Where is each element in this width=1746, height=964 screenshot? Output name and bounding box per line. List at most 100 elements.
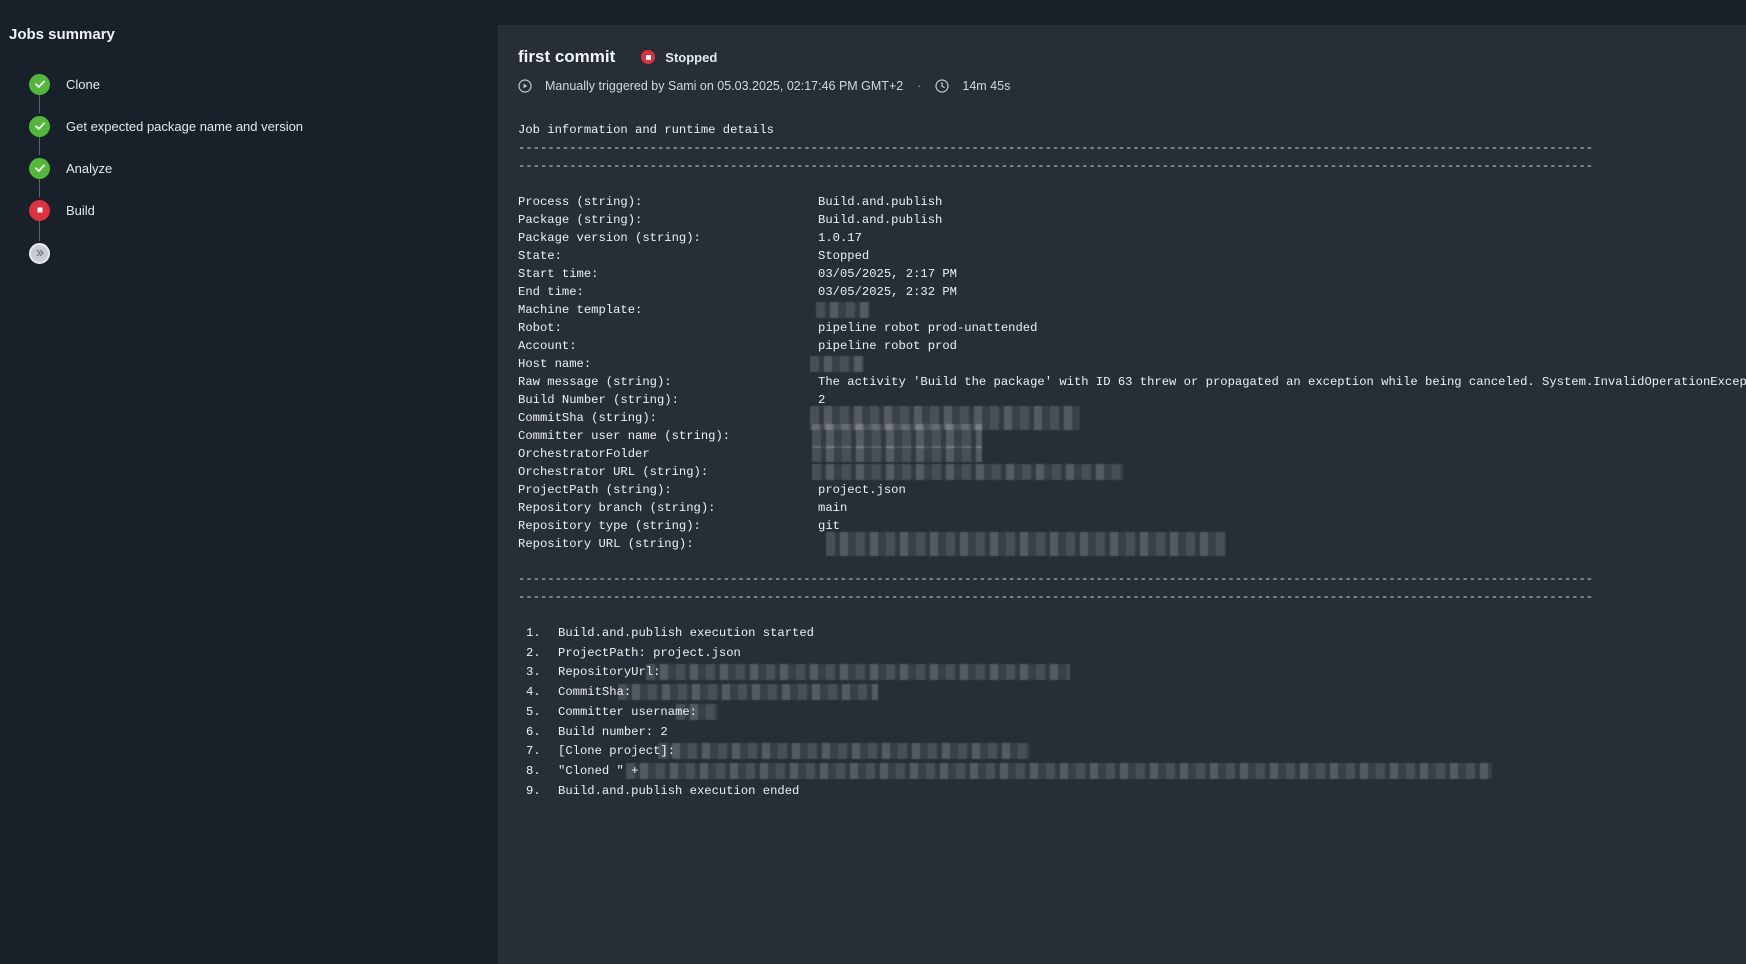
field-key: Raw message (string):	[518, 375, 672, 389]
job-field-row: Build Number (string): 2	[518, 390, 1746, 410]
job-field-row: Start time: 03/05/2025, 2:17 PM	[518, 264, 1746, 284]
field-value: 1.0.17	[818, 231, 862, 245]
field-key: ProjectPath (string):	[518, 483, 672, 497]
field-value: 03/05/2025, 2:17 PM	[818, 267, 957, 281]
field-key: Repository branch (string):	[518, 501, 716, 515]
job-header: first commit Stopped	[518, 47, 717, 67]
job-step-pending[interactable]	[29, 242, 50, 264]
field-key: Account:	[518, 339, 577, 353]
step-number: 6.	[526, 724, 541, 739]
step-number: 8.	[526, 763, 541, 778]
field-key: Machine template:	[518, 303, 643, 317]
job-field-row: State: Stopped	[518, 246, 1746, 266]
field-key: Build Number (string):	[518, 393, 679, 407]
job-title: first commit	[518, 47, 616, 66]
redacted-value	[658, 743, 1030, 760]
execution-step: 7. [Clone project]:	[518, 741, 1746, 763]
job-detail-panel: first commit Stopped Manually triggered …	[498, 25, 1746, 964]
clock-icon	[935, 79, 949, 93]
job-field-row: Account: pipeline robot prod	[518, 336, 1746, 356]
sidebar-title: Jobs summary	[9, 26, 115, 43]
field-key: Orchestrator URL (string):	[518, 465, 709, 479]
field-value: project.json	[818, 483, 906, 497]
field-key: Host name:	[518, 357, 592, 371]
job-field-row: CommitSha (string):	[518, 406, 1746, 430]
log-separator: ----------------------------------------…	[518, 572, 1594, 586]
step-text: Build.and.publish execution ended	[558, 783, 800, 798]
job-field-row: Orchestrator URL (string):	[518, 462, 1746, 482]
play-circle-icon	[518, 79, 532, 93]
job-step-clone[interactable]: Clone	[29, 73, 100, 95]
execution-step: 5. Committer username:	[518, 702, 1746, 724]
job-step-build[interactable]: Build	[29, 199, 95, 221]
execution-step: 2. ProjectPath: project.json	[518, 643, 1746, 665]
job-field-row: Repository branch (string): main	[518, 498, 1746, 518]
field-key: End time:	[518, 285, 584, 299]
separator-dot: ·	[917, 79, 922, 93]
redacted-value	[810, 356, 864, 372]
redacted-value	[676, 703, 718, 720]
stop-icon	[641, 50, 656, 64]
check-circle-icon	[29, 157, 50, 179]
redacted-value	[812, 464, 1124, 480]
redacted-value	[816, 302, 870, 318]
check-circle-icon	[29, 115, 50, 137]
field-key: Process (string):	[518, 195, 643, 209]
step-connector	[39, 179, 40, 197]
execution-step: 6. Build number: 2	[518, 722, 1746, 744]
execution-step: 8. "Cloned " +	[518, 761, 1746, 783]
field-key: Repository type (string):	[518, 519, 701, 533]
field-value: 03/05/2025, 2:32 PM	[818, 285, 957, 299]
redacted-value	[812, 446, 982, 462]
step-text: Build.and.publish execution started	[558, 626, 814, 640]
job-field-row: Repository URL (string):	[518, 532, 1746, 556]
step-number: 4.	[526, 685, 541, 700]
job-step-analyze[interactable]: Analyze	[29, 157, 112, 179]
field-key: Package (string):	[518, 213, 643, 227]
execution-step: 1. Build.and.publish execution started	[518, 623, 1746, 645]
stop-circle-icon	[29, 199, 50, 221]
job-field-row: End time: 03/05/2025, 2:32 PM	[518, 282, 1746, 302]
job-field-row: Package (string): Build.and.publish	[518, 210, 1746, 230]
job-field-row: Host name:	[518, 354, 1746, 374]
field-key: Robot:	[518, 321, 562, 335]
execution-step: 3. RepositoryUrl:	[518, 662, 1746, 684]
check-circle-icon	[29, 73, 50, 95]
execution-step: 9. Build.and.publish execution ended	[518, 781, 1746, 803]
redacted-value	[826, 532, 1226, 556]
job-step-get-package[interactable]: Get expected package name and version	[29, 115, 303, 137]
step-connector	[39, 95, 40, 113]
step-number: 9.	[526, 783, 541, 798]
status-text: Stopped	[665, 49, 718, 65]
field-key: Start time:	[518, 267, 599, 281]
execution-step: 4. CommitSha:	[518, 682, 1746, 704]
step-connector	[39, 137, 40, 155]
jobs-summary-sidebar: Jobs summary Clone Get expected package …	[0, 0, 498, 964]
field-key: Committer user name (string):	[518, 429, 731, 443]
field-value: pipeline robot prod-unattended	[818, 321, 1038, 335]
log-separator: ----------------------------------------…	[518, 590, 1594, 604]
field-value: Stopped	[818, 249, 870, 263]
field-key: Package version (string):	[518, 231, 701, 245]
job-field-row: ProjectPath (string): project.json	[518, 480, 1746, 500]
log-separator: ----------------------------------------…	[518, 141, 1594, 155]
step-number: 3.	[526, 665, 541, 680]
job-field-row: Process (string): Build.and.publish	[518, 192, 1746, 212]
step-connector	[39, 221, 40, 241]
step-number: 2.	[526, 645, 541, 660]
field-value: The activity 'Build the package' with ID…	[818, 375, 1746, 389]
log-separator: ----------------------------------------…	[518, 159, 1594, 173]
step-text: Build number: 2	[558, 724, 668, 739]
redacted-value	[646, 664, 1070, 681]
redacted-value	[618, 684, 878, 701]
job-step-label: Build	[66, 202, 95, 218]
field-key: State:	[518, 249, 562, 263]
log-heading: Job information and runtime details	[518, 123, 774, 137]
field-value: pipeline robot prod	[818, 339, 957, 353]
status-badge: Stopped	[641, 50, 717, 65]
job-step-label: Analyze	[66, 160, 113, 176]
field-value: Build.and.publish	[818, 213, 943, 227]
field-key: Repository URL (string):	[518, 537, 694, 551]
job-field-row: Committer user name (string):	[518, 424, 1746, 448]
job-step-label: Get expected package name and version	[66, 118, 304, 134]
